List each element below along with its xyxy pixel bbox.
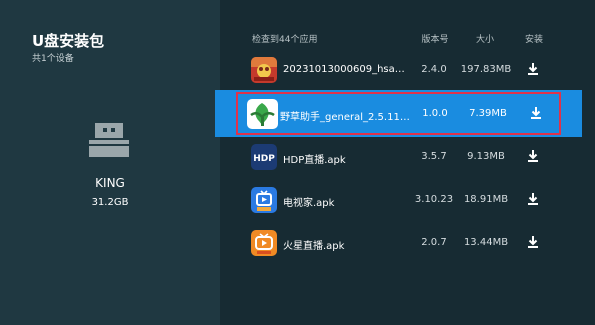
sidebar: U盘安装包 共1个设备 KING 31.2GB xyxy=(0,0,220,325)
tv-home-app-icon xyxy=(251,187,277,213)
app-version: 2.0.7 xyxy=(421,237,447,248)
download-icon[interactable] xyxy=(525,192,541,209)
app-size: 9.13MB xyxy=(467,151,505,162)
download-icon[interactable] xyxy=(525,149,541,166)
app-size: 7.39MB xyxy=(469,108,507,119)
download-icon[interactable] xyxy=(525,62,541,79)
usb-drive-icon[interactable] xyxy=(89,123,129,157)
download-icon[interactable] xyxy=(528,106,544,123)
app-name: 20231013000609_hsahc_... xyxy=(283,64,406,75)
app-version: 3.10.23 xyxy=(414,194,454,205)
hdp-app-icon: HDP xyxy=(251,144,277,170)
found-count-header: 检查到44个应用 xyxy=(252,35,318,45)
table-row-selected[interactable]: 野草助手_general_2.5.110... 1.0.0 7.39MB xyxy=(215,90,582,137)
device-size: 31.2GB xyxy=(91,197,129,208)
game-app-icon xyxy=(251,57,277,83)
device-name[interactable]: KING xyxy=(0,176,220,190)
download-icon[interactable] xyxy=(525,235,541,252)
page-title: U盘安装包 xyxy=(32,32,105,50)
table-row[interactable]: 20231013000609_hsahc_... 2.4.0 197.83MB xyxy=(240,56,556,90)
size-column-header: 大小 xyxy=(475,35,494,45)
device-count: 共1个设备 xyxy=(32,54,74,64)
app-version: 2.4.0 xyxy=(421,64,447,75)
table-row[interactable]: 电视家.apk 3.10.23 18.91MB xyxy=(240,186,556,220)
install-column-header: 安装 xyxy=(524,35,543,45)
table-row[interactable]: HDP HDP直播.apk 3.5.7 9.13MB xyxy=(240,143,556,177)
version-column-header: 版本号 xyxy=(421,35,449,45)
app-size: 197.83MB xyxy=(460,64,512,75)
app-size: 18.91MB xyxy=(463,194,509,205)
svg-text:HDP: HDP xyxy=(253,154,275,164)
app-name: 电视家.apk xyxy=(283,198,335,209)
app-version: 3.5.7 xyxy=(421,151,447,162)
huoxing-app-icon xyxy=(251,230,277,256)
table-row[interactable]: 火星直播.apk 2.0.7 13.44MB xyxy=(240,229,556,263)
app-size: 13.44MB xyxy=(463,237,509,248)
app-name: 野草助手_general_2.5.110... xyxy=(280,112,410,123)
app-name: HDP直播.apk xyxy=(283,155,346,166)
app-version: 1.0.0 xyxy=(422,108,448,119)
app-name: 火星直播.apk xyxy=(283,241,345,252)
yecao-app-icon xyxy=(247,99,278,129)
